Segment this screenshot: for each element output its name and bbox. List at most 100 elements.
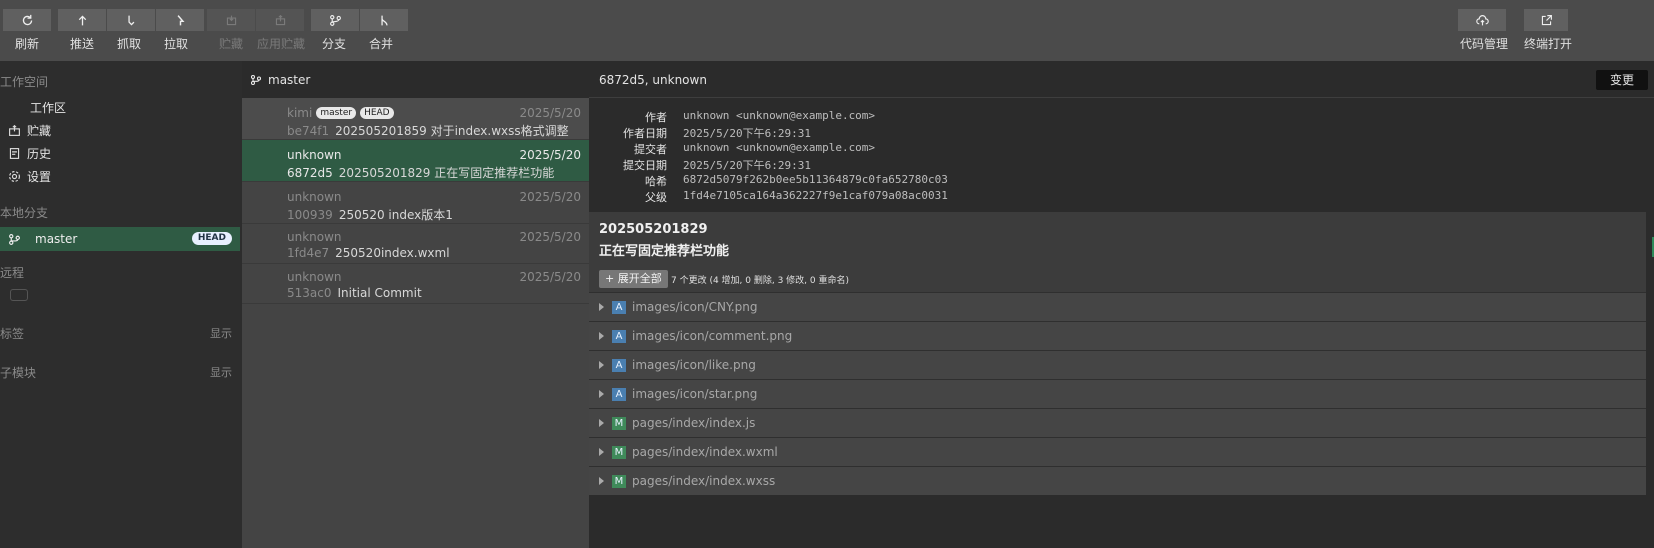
commit-row[interactable]: unknown 2025/5/20 513ac0 Initial Commit [242,262,589,304]
commit-author-line: unknown [287,270,342,284]
sidebar-item-history[interactable]: 历史 [8,145,51,162]
tag-badge-master: master [316,107,357,119]
stash-button[interactable] [207,9,256,31]
commit-summary: be74f1 202505201859 对于index.wxss格式调整 [287,122,569,139]
meta-value: unknown <unknown@example.com> [683,109,876,122]
fetch-label: 抓取 [116,37,141,51]
meta-row-author: 作者 unknown <unknown@example.com> [589,109,948,125]
commit-message: 202505201859 对于index.wxss格式调整 [335,124,569,138]
commit-author: unknown [287,148,342,162]
stash-label: 贮藏 [218,37,243,51]
expand-triangle-icon [599,332,604,340]
changes-button[interactable]: 变更 [1596,70,1648,90]
expand-triangle-icon [599,448,604,456]
file-row[interactable]: Mpages/index/index.wxml [589,437,1646,466]
push-label: 推送 [69,37,94,51]
sidebar-item-label: 历史 [27,147,52,161]
apply-stash-label: 应用贮藏 [256,37,305,51]
file-row[interactable]: Mpages/index/index.js [589,408,1646,437]
commit-detail-title: 6872d5, unknown [599,73,707,87]
branch-label: 分支 [321,37,346,51]
file-path: images/icon/CNY.png [632,300,758,314]
commit-message: Initial Commit [337,286,422,300]
file-path: images/icon/star.png [632,387,758,401]
commit-hash: 513ac0 [287,286,332,300]
code-manage-button[interactable] [1458,9,1507,31]
sidebar-branch-master[interactable]: master HEAD [0,227,240,251]
file-row[interactable]: Aimages/icon/like.png [589,350,1646,379]
file-row[interactable]: Aimages/icon/star.png [589,379,1646,408]
fetch-button[interactable] [107,9,156,31]
commit-message-box: 202505201829 正在写固定推荐栏功能 + 展开全部 7 个更改 (4 … [589,212,1646,292]
meta-row-committer: 提交者 unknown <unknown@example.com> [589,141,948,157]
pull-icon [177,14,185,25]
commit-row[interactable]: unknown 2025/5/20 100939 250520 index版本1 [242,182,589,224]
meta-key: 提交者 [634,143,667,156]
apply-stash-icon [275,14,285,25]
meta-value: 2025/5/20下午6:29:31 [683,127,811,140]
refresh-icon [22,14,32,25]
remote-title: 远程 [0,266,25,280]
sidebar-item-settings[interactable]: 设置 [8,168,51,185]
commit-hash: be74f1 [287,124,330,138]
commit-row-selected[interactable]: unknown 2025/5/20 6872d5 202505201829 正在写… [242,140,589,182]
push-button[interactable] [58,9,107,31]
file-status-badge: M [612,474,626,488]
sidebar-item-stash[interactable]: 贮藏 [8,122,51,139]
pull-button[interactable] [156,9,205,31]
expand-triangle-icon [599,477,604,485]
remote-empty-icon [10,289,28,301]
changed-files-list: Aimages/icon/CNY.png Aimages/icon/commen… [589,292,1646,495]
branch-icon [9,233,20,245]
meta-key: 哈希 [645,175,667,188]
file-row[interactable]: Mpages/index/index.wxss [589,466,1646,495]
expand-all-button[interactable]: + 展开全部 [599,270,668,288]
file-path: images/icon/comment.png [632,329,793,343]
file-row[interactable]: Aimages/icon/CNY.png [589,292,1646,321]
push-icon [78,15,86,25]
file-status-badge: M [612,416,626,430]
apply-stash-button[interactable] [256,9,305,31]
toolbar-group-stash [207,9,305,31]
commit-detail-header: 6872d5, unknown 变更 [589,61,1654,98]
commit-summary: 1fd4e7 250520index.wxml [287,246,450,260]
submodules-title: 子模块 [0,366,37,380]
commit-author-line: unknown [287,190,342,204]
meta-value[interactable]: 1fd4e7105ca164a362227f9e1caf079a08ac0031 [683,189,948,205]
meta-value: 2025/5/20下午6:29:31 [683,159,811,172]
refresh-button[interactable] [3,9,52,31]
tags-show-link[interactable]: 显示 [210,325,232,341]
commit-row[interactable]: kimi master HEAD 2025/5/20 be74f1 2025052… [242,98,589,140]
branch-button[interactable] [311,9,360,31]
fetch-icon [127,15,134,25]
file-status-badge: A [612,387,626,401]
file-path: pages/index/index.wxss [632,474,776,488]
commit-message-title: 202505201829 [599,222,708,237]
expand-triangle-icon [599,390,604,398]
commit-date: 2025/5/20 [519,230,581,244]
toolbar-group-branch [311,9,409,31]
merge-button[interactable] [360,9,409,31]
file-row[interactable]: Aimages/icon/comment.png [589,321,1646,350]
commit-hash: 6872d5 [287,166,333,180]
commit-message: 250520 index版本1 [338,208,453,222]
commit-author-line: kimi master HEAD [287,106,394,120]
meta-key: 提交日期 [623,159,667,172]
branch-icon [329,14,341,26]
sidebar-item-workspace[interactable]: 工作区 [30,99,66,116]
commit-author-line: unknown [287,230,342,244]
terminal-open-button[interactable] [1524,9,1569,31]
submodules-show-link[interactable]: 显示 [210,364,232,380]
expand-triangle-icon [599,303,604,311]
commit-message: 202505201829 正在写固定推荐栏功能 [338,166,555,180]
sidebar-item-label: 贮藏 [27,124,52,138]
commit-message: 250520index.wxml [335,246,450,260]
merge-icon [380,15,388,25]
commit-date: 2025/5/20 [519,270,581,284]
sidebar-item-label: 设置 [27,170,52,184]
sidebar: 工作空间 工作区 贮藏 历史 设置 本地分支 master HEAD 远程 标签… [0,61,242,548]
commit-row[interactable]: unknown 2025/5/20 1fd4e7 250520index.wxml [242,222,589,264]
commit-hash: 100939 [287,208,333,222]
meta-row-parent: 父级 1fd4e7105ca164a362227f9e1caf079a08ac00… [589,189,948,205]
meta-row-hash: 哈希 6872d5079f262b0ee5b11364879c0fa652780c… [589,173,948,189]
